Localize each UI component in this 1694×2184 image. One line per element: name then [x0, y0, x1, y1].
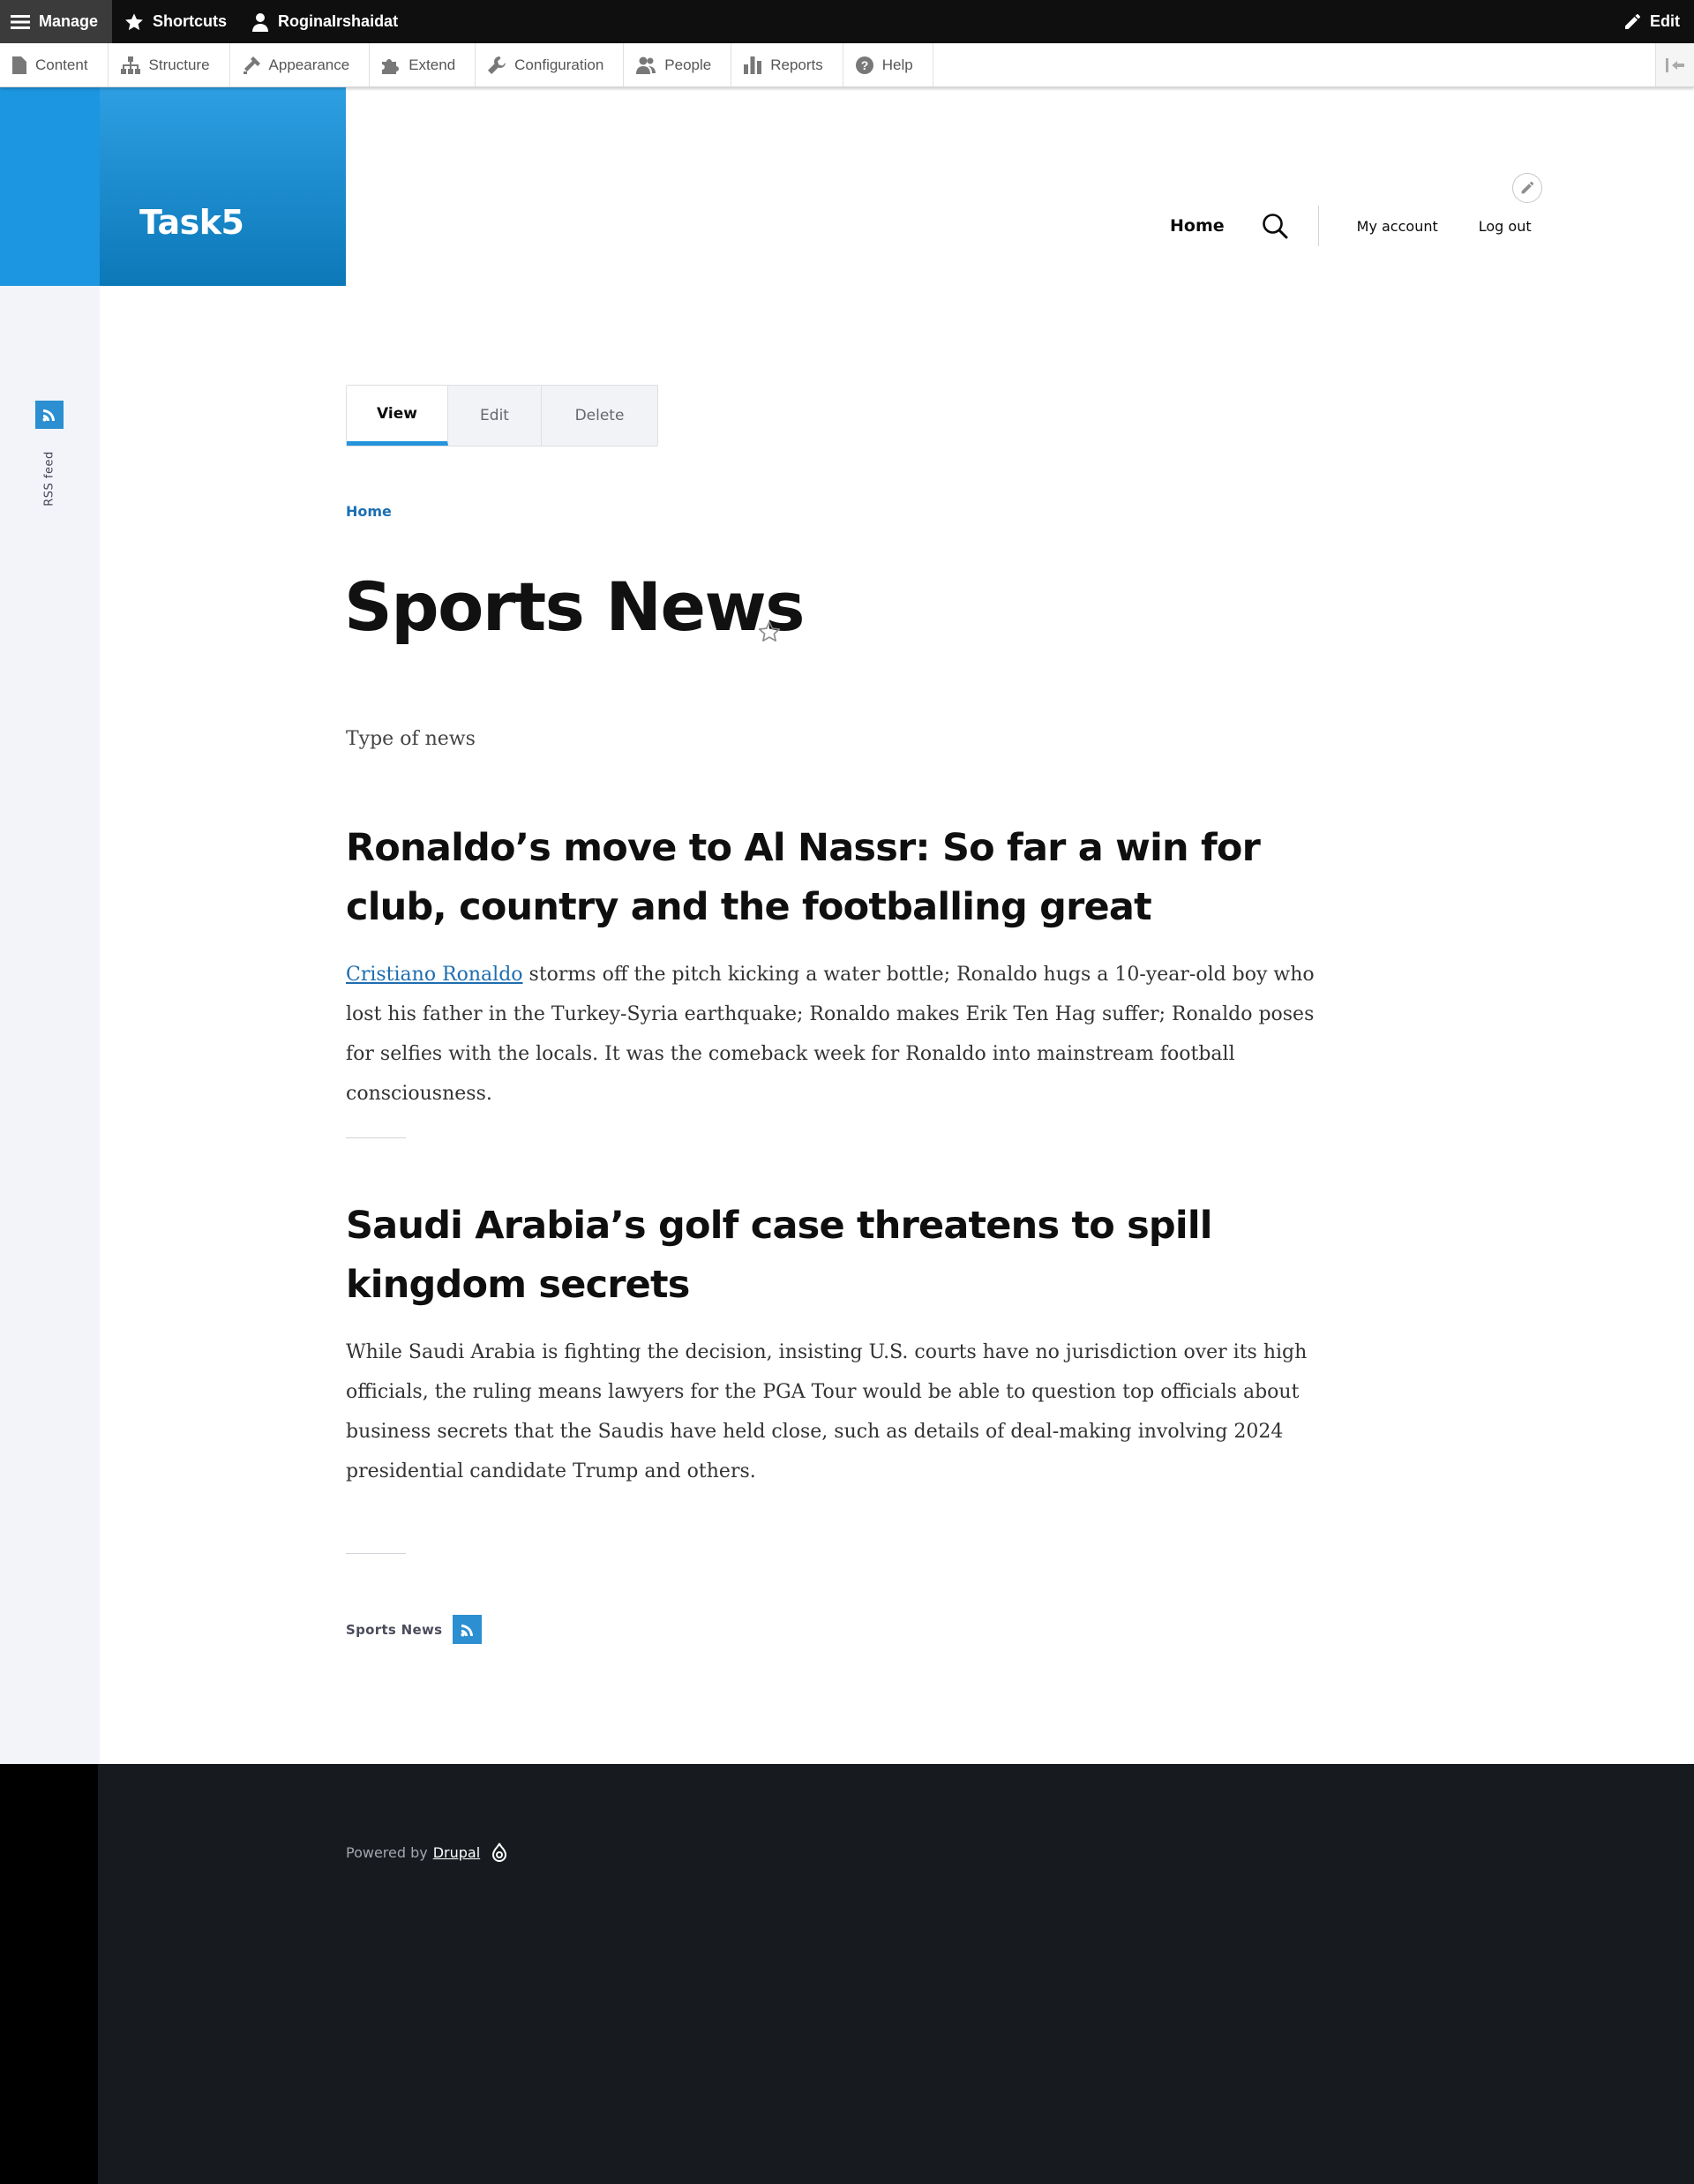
brush-icon — [243, 56, 260, 74]
header-navigation: Home My account Log out — [1170, 206, 1532, 246]
edit-mode-button[interactable]: Edit — [1611, 0, 1694, 43]
article-teaser: Ronaldo’s move to Al Nassr: So far a win… — [346, 819, 1343, 1114]
puzzle-icon — [382, 58, 400, 74]
hamburger-icon — [11, 14, 30, 29]
nav-home-link[interactable]: Home — [1170, 216, 1225, 236]
tray-item-label: Configuration — [514, 56, 604, 73]
log-out-link[interactable]: Log out — [1479, 218, 1532, 235]
site-footer: Powered by Drupal — [0, 1764, 1694, 2184]
manage-button[interactable]: Manage — [0, 0, 113, 43]
tab-edit[interactable]: Edit — [448, 386, 542, 446]
shortcuts-label: Shortcuts — [153, 12, 228, 30]
edit-mode-label: Edit — [1650, 12, 1680, 30]
tray-item-content[interactable]: Content — [0, 43, 109, 86]
wrench-icon — [488, 56, 506, 74]
tray-orientation-toggle[interactable] — [1655, 43, 1694, 86]
tray-item-appearance[interactable]: Appearance — [230, 43, 371, 86]
rss-icon — [461, 1624, 473, 1636]
admin-toolbar: Manage Shortcuts RoginaIrshaidat Edit — [0, 0, 1694, 43]
bar-chart-icon — [744, 56, 762, 74]
local-tasks: View Edit Delete — [346, 385, 658, 447]
drupal-drop-icon — [492, 1843, 507, 1862]
user-label: RoginaIrshaidat — [278, 12, 399, 30]
powered-by-label: Powered by — [346, 1843, 428, 1861]
rss-feed-label[interactable]: RSS feed — [43, 451, 56, 507]
tray-item-extend[interactable]: Extend — [370, 43, 476, 86]
tray-item-help[interactable]: ? Help — [843, 43, 933, 86]
tab-view[interactable]: View — [347, 386, 448, 446]
shortcuts-button[interactable]: Shortcuts — [112, 0, 239, 43]
article-body: While Saudi Arabia is fighting the decis… — [346, 1341, 1308, 1482]
sitemap-icon — [120, 56, 140, 74]
article-divider — [346, 1137, 406, 1138]
article-summary: Cristiano Ronaldo storms off the pitch k… — [346, 955, 1343, 1114]
tray-item-label: Appearance — [268, 56, 350, 73]
tray-item-label: Extend — [409, 56, 456, 73]
left-rail — [0, 87, 100, 1764]
rss-feed-button[interactable] — [35, 401, 64, 429]
tray-item-people[interactable]: People — [624, 43, 732, 86]
breadcrumb-home[interactable]: Home — [346, 503, 392, 520]
search-button[interactable] — [1260, 211, 1290, 241]
tray-item-label: Structure — [148, 56, 210, 73]
user-button[interactable]: RoginaIrshaidat — [239, 0, 410, 43]
footer-left-band — [0, 1764, 98, 2184]
document-icon — [12, 56, 26, 74]
help-icon: ? — [855, 56, 873, 74]
dock-toggle-icon — [1665, 57, 1684, 72]
admin-tray: Content Structure Appearance Extend Conf… — [0, 43, 1694, 87]
article-title[interactable]: Ronaldo’s move to Al Nassr: So far a win… — [346, 819, 1343, 937]
branding-left-band — [0, 87, 100, 286]
star-icon — [125, 12, 143, 30]
feed-footer-rss-button[interactable] — [453, 1615, 483, 1644]
pencil-icon — [1625, 13, 1640, 29]
tray-item-structure[interactable]: Structure — [109, 43, 230, 86]
contextual-edit-button[interactable] — [1512, 173, 1542, 203]
search-icon — [1262, 214, 1288, 239]
page-title: Sports News — [344, 567, 805, 646]
rss-icon — [42, 409, 55, 422]
pencil-icon — [1521, 181, 1534, 194]
people-icon — [636, 56, 656, 74]
svg-text:?: ? — [860, 58, 868, 72]
site-name[interactable]: Task5 — [139, 203, 244, 242]
manage-label: Manage — [39, 12, 99, 30]
site-branding: Task5 — [0, 87, 346, 286]
tray-item-configuration[interactable]: Configuration — [476, 43, 625, 86]
favorite-star-button[interactable] — [757, 619, 783, 646]
tray-item-label: People — [664, 56, 712, 73]
tab-delete[interactable]: Delete — [542, 386, 657, 446]
taxonomy-description: Type of news — [346, 728, 476, 750]
powered-by: Powered by Drupal — [346, 1843, 508, 1862]
tray-item-reports[interactable]: Reports — [731, 43, 843, 86]
tray-item-label: Help — [881, 56, 913, 73]
drupal-link[interactable]: Drupal — [433, 1844, 480, 1861]
article-inline-link[interactable]: Cristiano Ronaldo — [346, 964, 523, 986]
article-teaser: Saudi Arabia’s golf case threatens to sp… — [346, 1197, 1343, 1491]
feed-footer: Sports News — [346, 1615, 483, 1644]
tray-item-label: Reports — [770, 56, 823, 73]
user-icon — [252, 12, 269, 32]
my-account-link[interactable]: My account — [1357, 218, 1438, 235]
article-title[interactable]: Saudi Arabia’s golf case threatens to sp… — [346, 1197, 1343, 1315]
feed-footer-label: Sports News — [346, 1621, 443, 1638]
nav-divider — [1317, 206, 1319, 246]
article-divider — [346, 1553, 406, 1554]
star-outline-icon — [758, 621, 781, 642]
tray-item-label: Content — [35, 56, 88, 73]
